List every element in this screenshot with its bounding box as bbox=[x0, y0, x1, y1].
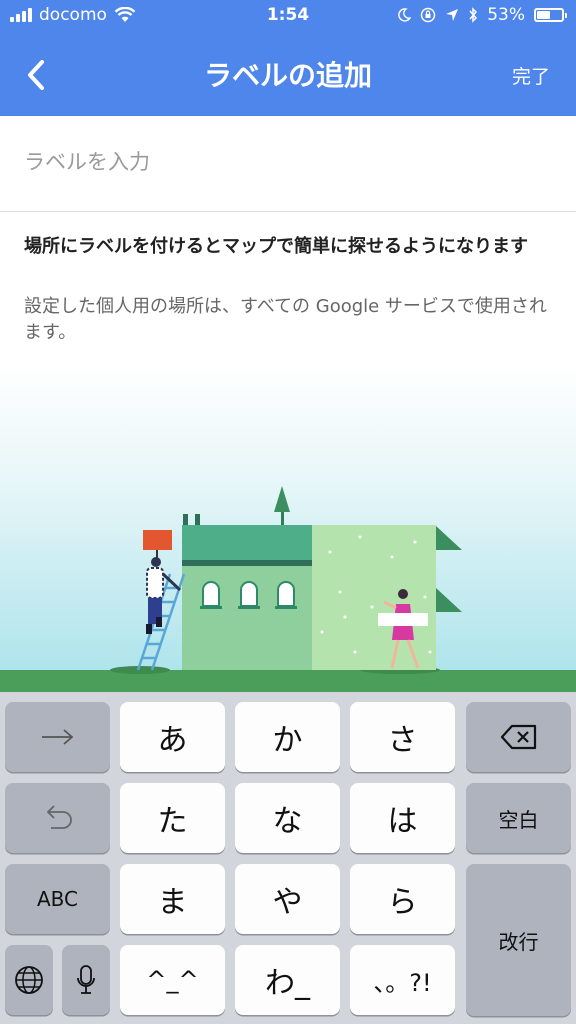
key-wa[interactable]: わ_ bbox=[235, 945, 340, 1015]
info-description: 設定した個人用の場所は、すべての Google サービスで使用されます。 bbox=[24, 296, 547, 343]
undo-icon bbox=[46, 805, 72, 829]
key-na[interactable]: な bbox=[235, 783, 340, 853]
label-input[interactable] bbox=[24, 142, 544, 182]
orientation-lock-icon bbox=[420, 7, 436, 23]
page-title: ラベルの追加 bbox=[203, 59, 372, 92]
globe-icon bbox=[15, 966, 43, 994]
status-bar: docomo 1:54 53% bbox=[0, 0, 576, 34]
key-ra[interactable]: ら bbox=[350, 864, 455, 934]
key-ta[interactable]: た bbox=[120, 783, 225, 853]
key-ma[interactable]: ま bbox=[120, 864, 225, 934]
house-illustration bbox=[0, 486, 576, 692]
globe-key[interactable] bbox=[5, 945, 53, 1015]
key-a[interactable]: あ bbox=[120, 702, 225, 772]
battery-fill bbox=[537, 11, 550, 19]
battery-icon bbox=[534, 8, 567, 22]
key-ka[interactable]: か bbox=[235, 702, 340, 772]
arrow-right-icon bbox=[41, 729, 73, 745]
status-right: 53% bbox=[397, 5, 567, 25]
arrow-right-key[interactable] bbox=[5, 702, 110, 772]
space-key[interactable]: 空白 bbox=[466, 783, 571, 853]
delete-key[interactable] bbox=[466, 702, 571, 772]
bluetooth-icon bbox=[469, 7, 478, 23]
info-heading: 場所にラベルを付けるとマップで簡単に探せるようになります bbox=[24, 236, 528, 257]
punctuation-key[interactable]: 、。?! bbox=[350, 945, 455, 1015]
key-ha[interactable]: は bbox=[350, 783, 455, 853]
moon-icon bbox=[398, 8, 412, 22]
enter-key[interactable]: 改行 bbox=[466, 864, 571, 1016]
key-sa[interactable]: さ bbox=[350, 702, 455, 772]
undo-key[interactable] bbox=[5, 783, 110, 853]
info-panel: 場所にラベルを付けるとマップで簡単に探せるようになります 設定した個人用の場所は… bbox=[0, 212, 576, 692]
microphone-icon bbox=[77, 965, 95, 994]
abc-mode-key[interactable]: ABC bbox=[5, 864, 110, 934]
done-button[interactable]: 完了 bbox=[512, 62, 550, 89]
key-ya[interactable]: や bbox=[235, 864, 340, 934]
location-arrow-icon bbox=[446, 9, 459, 21]
kaomoji-key[interactable]: ^_^ bbox=[120, 945, 225, 1015]
app-bar: ラベルの追加 完了 bbox=[0, 34, 576, 116]
dictation-key[interactable] bbox=[62, 945, 110, 1015]
delete-backspace-icon bbox=[500, 724, 536, 750]
japanese-kana-keyboard: あ か さ た な は 空白 ABC ま や ら 改行 ^_^ わ_ 、。?! bbox=[0, 692, 576, 1024]
battery-percent: 53% bbox=[487, 5, 525, 25]
label-input-row bbox=[0, 116, 576, 212]
